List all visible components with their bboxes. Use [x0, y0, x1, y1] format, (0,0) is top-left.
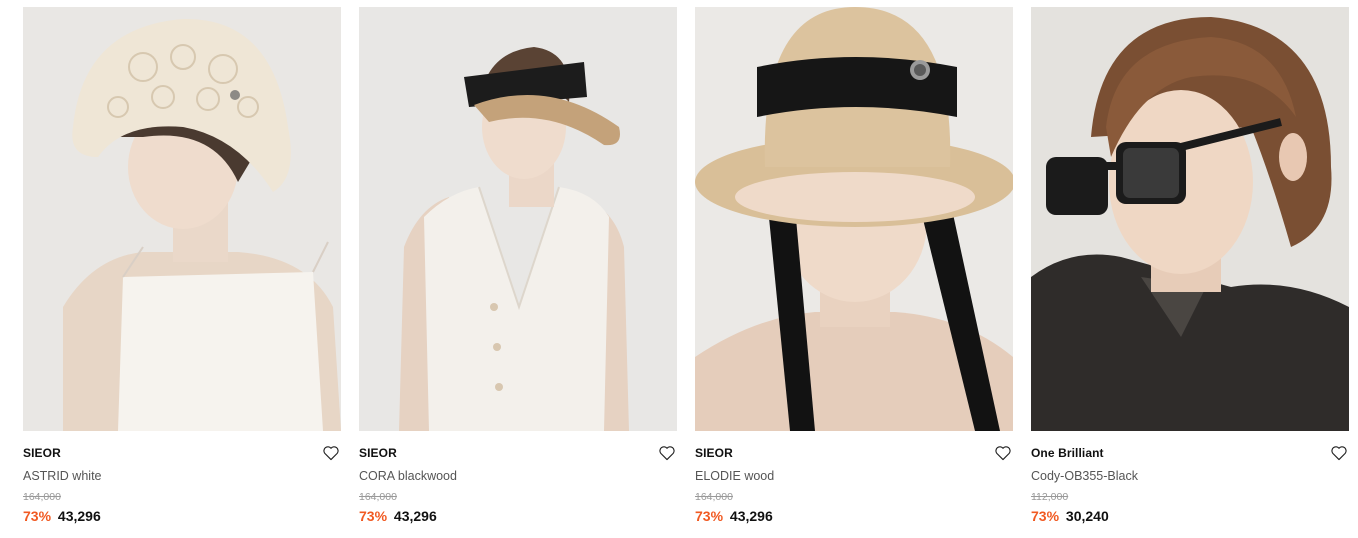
discount-rate: 73%: [695, 508, 724, 524]
wishlist-button[interactable]: [322, 445, 340, 461]
product-name[interactable]: ASTRID white: [23, 468, 341, 484]
product-image[interactable]: [695, 7, 1013, 431]
product-brand[interactable]: SIEOR: [695, 445, 1013, 461]
discount-rate: 73%: [1031, 508, 1060, 524]
heart-outline-icon: [323, 446, 339, 461]
product-card[interactable]: SIEOR ASTRID white 164,000 73% 43,296: [23, 7, 341, 532]
wishlist-button[interactable]: [658, 445, 676, 461]
original-price: 164,000: [359, 491, 397, 503]
sale-price: 43,296: [393, 508, 437, 524]
product-card[interactable]: One Brilliant Cody-OB355-Black 112,000 7…: [1031, 7, 1349, 532]
original-price: 164,000: [23, 491, 61, 503]
wishlist-button[interactable]: [994, 445, 1012, 461]
product-photo: [359, 7, 677, 431]
product-photo: [1031, 7, 1349, 431]
product-name[interactable]: Cody-OB355-Black: [1031, 468, 1349, 484]
discount-rate: 73%: [23, 508, 52, 524]
product-info: SIEOR ELODIE wood 164,000 73% 43,296: [695, 431, 1013, 525]
product-photo: [23, 7, 341, 431]
discount-rate: 73%: [359, 508, 388, 524]
product-image[interactable]: [23, 7, 341, 431]
product-image[interactable]: [1031, 7, 1349, 431]
heart-outline-icon: [659, 446, 675, 461]
sale-price-line: 73% 43,296: [359, 507, 677, 525]
product-brand[interactable]: One Brilliant: [1031, 445, 1349, 461]
heart-outline-icon: [995, 446, 1011, 461]
product-name[interactable]: CORA blackwood: [359, 468, 677, 484]
product-info: SIEOR ASTRID white 164,000 73% 43,296: [23, 431, 341, 525]
product-info: SIEOR CORA blackwood 164,000 73% 43,296: [359, 431, 677, 525]
product-grid: SIEOR ASTRID white 164,000 73% 43,296 SI…: [0, 0, 1358, 538]
heart-outline-icon: [1331, 446, 1347, 461]
sale-price-line: 73% 30,240: [1031, 507, 1349, 525]
product-card[interactable]: SIEOR CORA blackwood 164,000 73% 43,296: [359, 7, 677, 532]
product-brand[interactable]: SIEOR: [359, 445, 677, 461]
sale-price-line: 73% 43,296: [23, 507, 341, 525]
product-brand[interactable]: SIEOR: [23, 445, 341, 461]
sale-price: 43,296: [729, 508, 773, 524]
sale-price: 30,240: [1065, 508, 1109, 524]
product-image[interactable]: [359, 7, 677, 431]
product-info: One Brilliant Cody-OB355-Black 112,000 7…: [1031, 431, 1349, 525]
product-name[interactable]: ELODIE wood: [695, 468, 1013, 484]
original-price: 112,000: [1031, 491, 1069, 503]
sale-price-line: 73% 43,296: [695, 507, 1013, 525]
product-photo: [695, 7, 1013, 431]
original-price: 164,000: [695, 491, 733, 503]
sale-price: 43,296: [57, 508, 101, 524]
product-card[interactable]: SIEOR ELODIE wood 164,000 73% 43,296: [695, 7, 1013, 532]
wishlist-button[interactable]: [1330, 445, 1348, 461]
